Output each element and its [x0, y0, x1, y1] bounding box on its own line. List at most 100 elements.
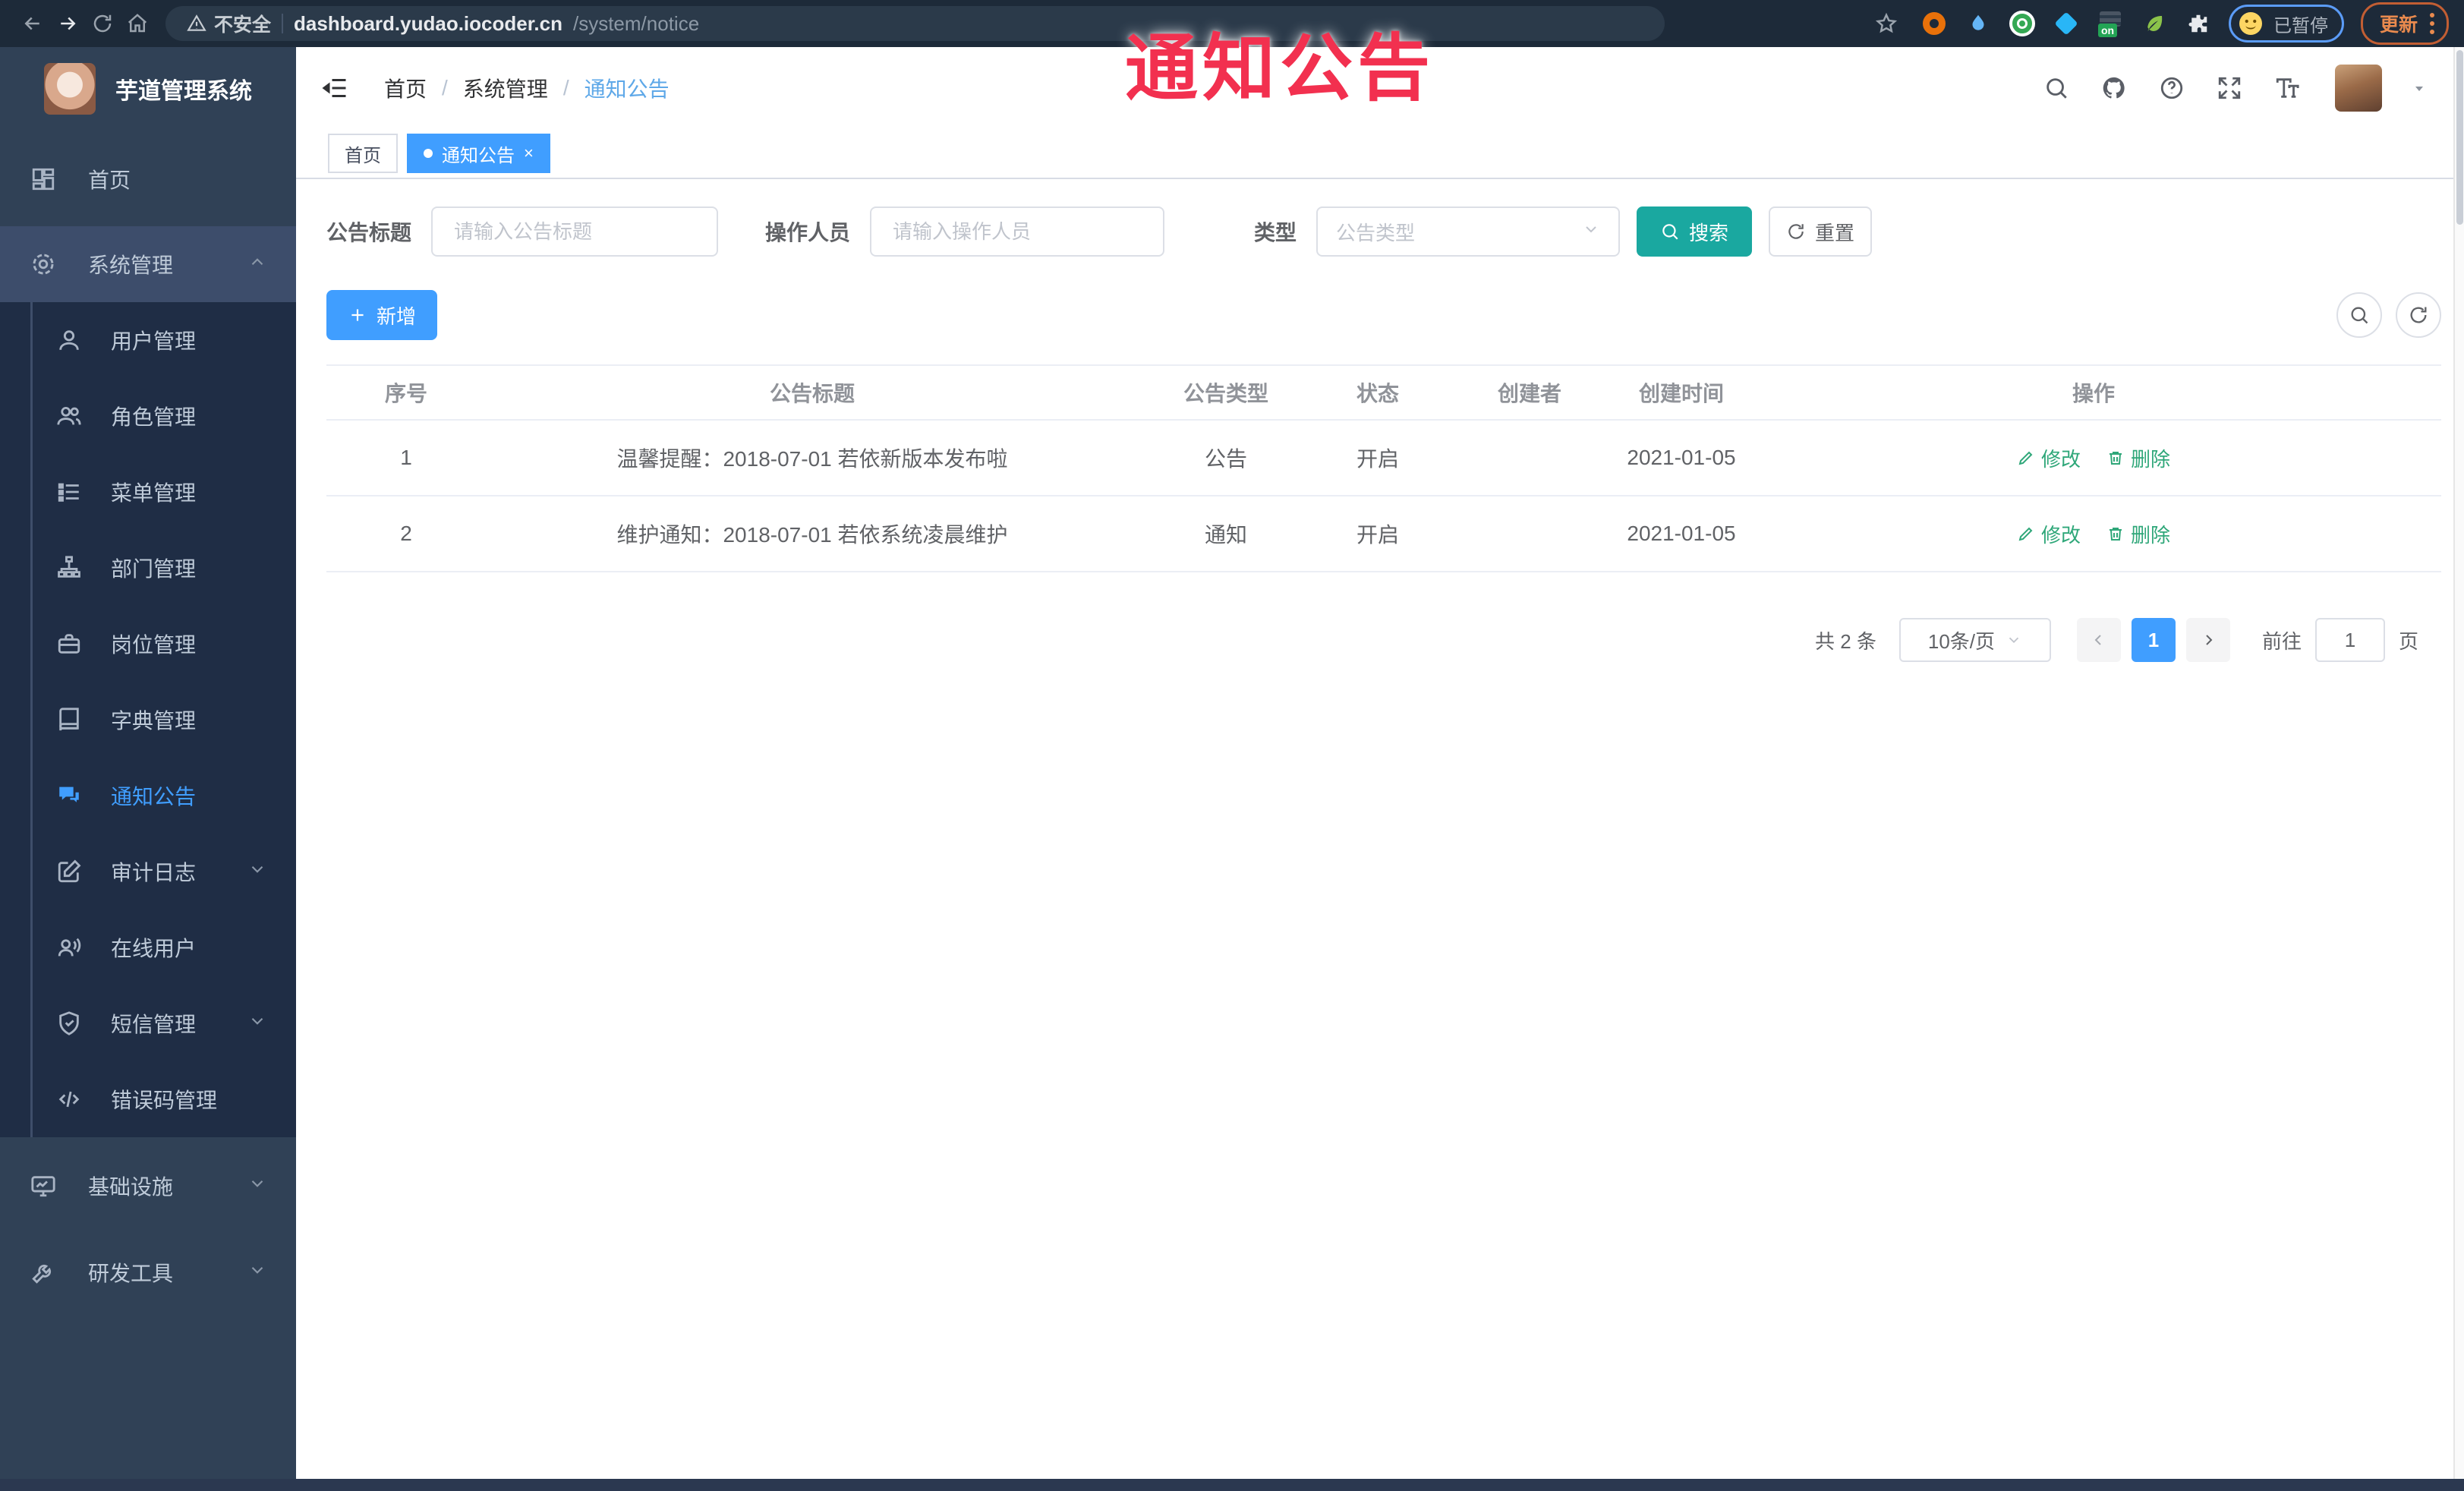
sidebar-item-role-management[interactable]: 角色管理 — [0, 378, 296, 454]
next-page-button[interactable] — [2185, 618, 2230, 662]
address-bar[interactable]: 不安全 dashboard.yudao.iocoder.cn /system/n… — [165, 6, 1665, 41]
header-actions — [2042, 65, 2434, 112]
type-select[interactable]: 公告类型 — [1316, 206, 1621, 257]
breadcrumb-current: 通知公告 — [584, 77, 670, 101]
type-label: 类型 — [1254, 221, 1297, 244]
book-icon — [56, 707, 82, 733]
chevron-down-icon — [247, 1260, 267, 1285]
delete-link[interactable]: 删除 — [2106, 444, 2170, 472]
extension-switch-icon[interactable]: on — [2097, 10, 2124, 37]
sidebar-item-system[interactable]: 系统管理 — [0, 226, 296, 302]
github-icon[interactable] — [2100, 74, 2128, 102]
edit-log-icon — [56, 859, 82, 884]
search-button[interactable]: 搜索 — [1637, 206, 1753, 257]
url-path: /system/notice — [572, 11, 700, 35]
delete-link[interactable]: 删除 — [2106, 520, 2170, 548]
sidebar-item-online-users[interactable]: 在线用户 — [0, 909, 296, 985]
sidebar-item-sms-management[interactable]: 短信管理 — [0, 985, 296, 1061]
breadcrumb-home[interactable]: 首页 — [384, 73, 427, 103]
back-icon[interactable] — [15, 6, 50, 41]
add-button[interactable]: 新增 — [326, 290, 437, 340]
goto-page-input[interactable] — [2314, 618, 2385, 662]
close-icon[interactable]: × — [524, 145, 534, 162]
cell-title: 维护通知：2018-07-01 若依系统凌晨维护 — [616, 523, 1008, 547]
cell-type: 公告 — [1204, 447, 1247, 471]
sidebar-item-notice[interactable]: 通知公告 — [0, 758, 296, 834]
plus-icon — [351, 309, 364, 321]
cell-no: 2 — [400, 522, 412, 545]
current-page[interactable]: 1 — [2131, 618, 2176, 662]
title-input[interactable] — [431, 206, 719, 257]
extension-orange-icon[interactable] — [1920, 10, 1948, 37]
extension-leaf-icon[interactable] — [2141, 10, 2168, 37]
extension-drop-icon[interactable] — [1965, 10, 1992, 37]
annotation-overlay-text: 通知公告 — [1125, 28, 1435, 109]
dashboard-icon — [30, 166, 56, 192]
update-button[interactable]: 更新 — [2360, 2, 2449, 45]
tab-notice[interactable]: 通知公告 × — [407, 134, 550, 173]
sidebar-item-audit-log[interactable]: 审计日志 — [0, 834, 296, 909]
cell-actions: 修改 删除 — [1746, 520, 2441, 548]
reload-icon[interactable] — [85, 6, 120, 41]
cell-time: 2021-01-05 — [1627, 446, 1736, 469]
sidebar-item-infra[interactable]: 基础设施 — [0, 1148, 296, 1224]
prev-page-button[interactable] — [2076, 618, 2121, 662]
show-search-button[interactable] — [2336, 292, 2382, 338]
search-icon[interactable] — [2042, 74, 2071, 102]
page-size-select[interactable]: 10条/页 — [1898, 618, 2051, 662]
sidebar-item-menu-management[interactable]: 菜单管理 — [0, 454, 296, 530]
home-icon[interactable] — [120, 6, 155, 41]
sidebar-item-user-management[interactable]: 用户管理 — [0, 302, 296, 378]
help-icon[interactable] — [2157, 74, 2186, 102]
extension-diamond-icon[interactable] — [2053, 10, 2080, 37]
trash-icon — [2110, 528, 2122, 541]
forward-icon[interactable] — [50, 6, 85, 41]
window-scrollbar[interactable] — [2453, 47, 2464, 1479]
not-secure-warning[interactable]: 不安全 — [187, 10, 271, 37]
active-dot — [424, 149, 433, 158]
extension-green-icon[interactable] — [2009, 10, 2036, 37]
app-window: 芋道管理系统 首页 系统管理 用户管理 角色管理 菜单管理 部门管理 岗位管理 … — [0, 47, 2464, 1479]
not-secure-label: 不安全 — [214, 14, 272, 36]
edit-link[interactable]: 修改 — [2017, 444, 2081, 472]
operator-input[interactable] — [870, 206, 1165, 257]
sidebar-item-dept-management[interactable]: 部门管理 — [0, 530, 296, 606]
warning-triangle-icon — [187, 14, 206, 31]
code-icon — [56, 1086, 82, 1112]
breadcrumb-system[interactable]: 系统管理 — [463, 73, 548, 103]
extensions-puzzle-icon[interactable] — [2185, 10, 2212, 37]
bookmark-star-icon[interactable] — [1869, 6, 1904, 41]
recorder-paused-chip[interactable]: 已暂停 — [2228, 5, 2344, 43]
logo-image — [44, 63, 96, 115]
sidebar-bottom-group: 基础设施 研发工具 — [0, 1148, 296, 1310]
fullscreen-icon[interactable] — [2215, 74, 2244, 102]
table-row: 2 维护通知：2018-07-01 若依系统凌晨维护 通知 开启 2021-01… — [326, 496, 2441, 572]
sidebar-item-dict-management[interactable]: 字典管理 — [0, 682, 296, 758]
total-count: 共 2 条 — [1815, 629, 1876, 653]
edit-link[interactable]: 修改 — [2017, 520, 2081, 548]
sidebar-item-home[interactable]: 首页 — [0, 141, 296, 217]
refresh-table-button[interactable] — [2396, 292, 2441, 338]
sidebar-collapse-icon[interactable] — [319, 71, 352, 105]
user-avatar[interactable] — [2335, 65, 2382, 112]
sidebar-logo[interactable]: 芋道管理系统 — [0, 47, 296, 131]
sidebar-item-label: 系统管理 — [88, 254, 174, 277]
sidebar-item-devtools[interactable]: 研发工具 — [0, 1234, 296, 1310]
shield-icon — [56, 1010, 82, 1036]
font-size-icon[interactable] — [2273, 74, 2302, 102]
search-form: 公告标题 操作人员 类型 公告类型 搜索 — [326, 206, 2441, 257]
browser-actions: on 已暂停 更新 — [1869, 2, 2449, 45]
sidebar-item-post-management[interactable]: 岗位管理 — [0, 606, 296, 682]
reset-button[interactable]: 重置 — [1769, 206, 1873, 257]
browser-menu-icon[interactable] — [2430, 13, 2434, 34]
sidebar-item-error-code[interactable]: 错误码管理 — [0, 1061, 296, 1137]
scrollbar-thumb[interactable] — [2456, 50, 2463, 225]
caret-down-icon[interactable] — [2405, 74, 2434, 102]
tab-home[interactable]: 首页 — [328, 134, 398, 173]
sidebar-item-label: 首页 — [88, 169, 131, 192]
pencil-icon — [2018, 527, 2033, 541]
breadcrumb: 首页 / 系统管理 / 通知公告 — [384, 73, 670, 103]
gear-icon — [30, 251, 56, 277]
table-toolbar: 新增 — [326, 290, 2441, 340]
cell-time: 2021-01-05 — [1627, 522, 1736, 545]
